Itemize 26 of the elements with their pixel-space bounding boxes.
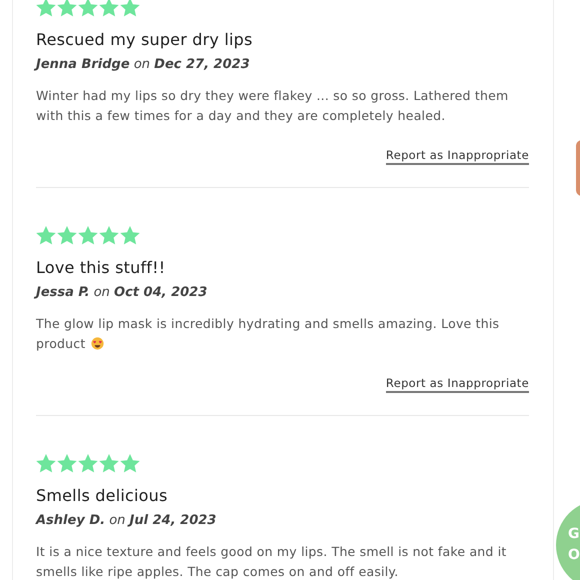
star-icon bbox=[57, 0, 77, 17]
review-author-date: Ashley D. on Jul 24, 2023 bbox=[36, 513, 218, 528]
review-title: Rescued my super dry lips bbox=[36, 30, 254, 49]
review-author-date: Jessa P. on Oct 04, 2023 bbox=[36, 285, 529, 300]
review-author-date: Jenna Bridge on Dec 27, 2023 bbox=[36, 57, 529, 72]
star-icon bbox=[120, 226, 140, 245]
review-title: Smells delicious bbox=[36, 486, 168, 505]
star-icon bbox=[78, 226, 98, 245]
star-icon bbox=[78, 0, 98, 17]
star-icon bbox=[120, 454, 140, 473]
report-link[interactable]: Report as Inappropriate bbox=[386, 376, 529, 393]
review-text: It is a nice texture and feels good on my lips. The smell is not fake and it smells like ripe apples. The cap comes on and off easily. bbox=[36, 543, 508, 580]
star-icon bbox=[36, 226, 56, 245]
star-icon bbox=[36, 454, 56, 473]
review-title: Love this stuff!! bbox=[36, 258, 166, 277]
star-icon bbox=[57, 226, 77, 245]
review-text: Winter had my lips so dry they were flakey ... so so gross. Lathered them with this a few times for a day and they are completely healed. bbox=[36, 87, 510, 125]
report-link[interactable]: Report as Inappropriate bbox=[386, 148, 529, 165]
star-icon bbox=[99, 0, 119, 17]
review-text: The glow lip mask is incredibly hydrating and smells amazing. Love this product bbox=[36, 315, 500, 353]
star-icon bbox=[57, 454, 77, 473]
star-icon bbox=[99, 226, 119, 245]
star-icon bbox=[78, 454, 98, 473]
star-icon bbox=[36, 0, 56, 17]
star-icon bbox=[120, 0, 140, 17]
star-icon bbox=[99, 454, 119, 473]
